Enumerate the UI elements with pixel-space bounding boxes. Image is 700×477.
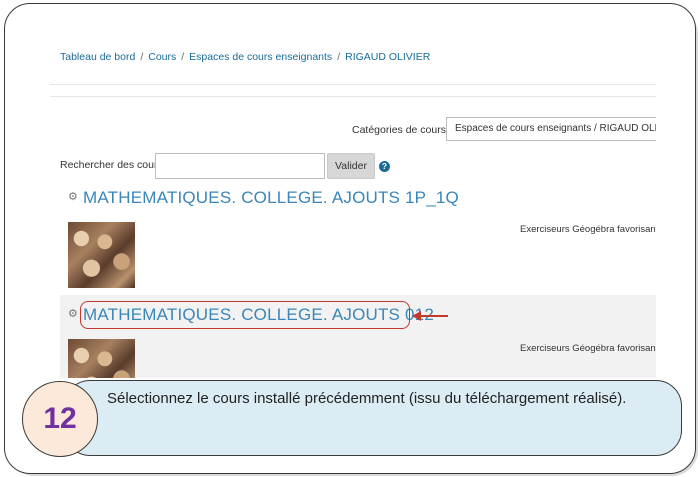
instruction-callout: Sélectionnez le cours installé précédemm…: [64, 380, 682, 456]
pointer-arrow-line: [420, 315, 448, 317]
breadcrumb-separator: /: [337, 51, 341, 63]
course-icon: ⚙: [68, 191, 78, 203]
breadcrumb-dashboard[interactable]: Tableau de bord: [60, 51, 135, 63]
course-title-link[interactable]: MATHEMATIQUES. COLLEGE. AJOUTS 1P_1Q: [83, 188, 459, 208]
step-number-badge: 12: [22, 381, 98, 457]
category-label: Catégories de cours:: [352, 124, 449, 136]
pointer-arrow-icon: [412, 311, 421, 321]
help-icon[interactable]: ?: [379, 161, 390, 172]
course-icon: ⚙: [68, 308, 78, 320]
breadcrumb-courses[interactable]: Cours: [148, 51, 176, 63]
breadcrumb-current-category[interactable]: RIGAUD OLIVIER: [345, 51, 430, 63]
divider: [50, 96, 656, 97]
search-input[interactable]: [155, 153, 325, 179]
instruction-text: Sélectionnez le cours installé précédemm…: [107, 390, 627, 407]
breadcrumb: Tableau de bord / Cours / Espaces de cours e…: [60, 51, 430, 63]
course-summary: Exerciseurs Géogébra favorisant: [520, 343, 656, 354]
course-thumbnail[interactable]: [68, 222, 135, 288]
category-select[interactable]: Espaces de cours enseignants / RIGAUD OL…: [446, 117, 656, 141]
divider: [50, 84, 656, 85]
highlight-box: [80, 301, 410, 329]
breadcrumb-separator: /: [181, 51, 185, 63]
breadcrumb-teacher-spaces[interactable]: Espaces de cours enseignants: [189, 51, 332, 63]
course-item: ⚙ MATHEMATIQUES. COLLEGE. AJOUTS 1P_1Q E…: [50, 186, 656, 292]
course-summary: Exerciseurs Géogébra favorisant: [520, 224, 656, 235]
search-submit-button[interactable]: Valider: [327, 153, 375, 179]
breadcrumb-separator: /: [140, 51, 144, 63]
course-thumbnail[interactable]: [68, 339, 135, 378]
search-label: Rechercher des cours: [60, 159, 163, 171]
